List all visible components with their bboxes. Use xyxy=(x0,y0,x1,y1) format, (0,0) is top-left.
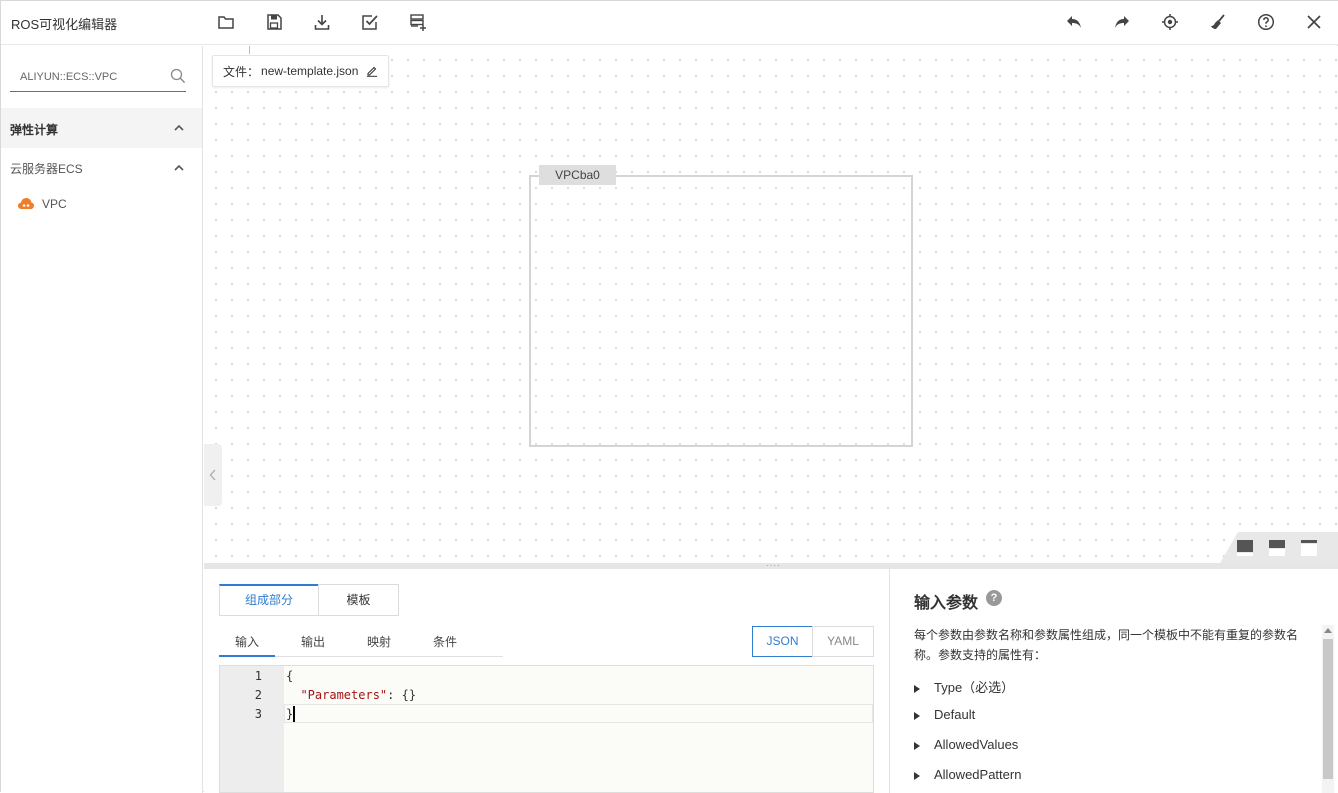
redo-icon[interactable] xyxy=(1112,12,1132,32)
file-name: new-template.json xyxy=(261,64,359,78)
undo-icon[interactable] xyxy=(1064,12,1084,32)
chevron-up-icon xyxy=(174,124,184,131)
property-label: Default xyxy=(934,707,976,722)
search-input[interactable] xyxy=(10,62,160,92)
active-line-highlight xyxy=(284,704,873,723)
design-canvas[interactable]: 文件： new-template.json VPCba0 xyxy=(204,46,1338,563)
line-number-gutter xyxy=(220,666,284,792)
save-icon[interactable] xyxy=(264,12,284,32)
caret-right-icon xyxy=(914,684,920,693)
file-name-label: 文件： new-template.json xyxy=(212,55,390,87)
layout-top-icon[interactable] xyxy=(1301,540,1317,556)
vpc-node[interactable] xyxy=(529,175,913,447)
help-scrollbar[interactable] xyxy=(1322,625,1334,793)
code-line: { xyxy=(286,669,294,683)
resource-item-vpc[interactable]: VPC xyxy=(17,194,187,214)
folder-icon[interactable] xyxy=(216,12,236,32)
resource-sidebar: 弹性计算 云服务器ECS VPC xyxy=(1,46,203,793)
tab-conditions[interactable]: 条件 xyxy=(417,633,473,657)
property-item[interactable]: Type（必选） xyxy=(914,677,1014,696)
category-elastic-compute[interactable]: 弹性计算 xyxy=(1,108,202,148)
file-prefix: 文件： xyxy=(223,64,260,79)
code-line: "Parameters": {} xyxy=(286,688,416,702)
yaml-format-button[interactable]: YAML xyxy=(812,626,874,657)
code-key: "Parameters" xyxy=(300,688,388,702)
locate-icon[interactable] xyxy=(1160,12,1180,32)
search-icon[interactable] xyxy=(170,68,186,84)
category-ecs[interactable]: 云服务器ECS xyxy=(1,148,202,186)
tab-outputs[interactable]: 输出 xyxy=(285,633,341,657)
toolbar: ROS可视化编辑器 xyxy=(1,1,1338,45)
code-value: : {} xyxy=(387,688,417,702)
download-icon[interactable] xyxy=(312,12,332,32)
edit-icon[interactable] xyxy=(366,65,378,77)
text-cursor xyxy=(293,706,295,722)
chevron-up-icon xyxy=(174,164,184,171)
caret-right-icon xyxy=(914,741,920,750)
add-template-icon[interactable] xyxy=(408,12,428,32)
property-item[interactable]: AllowedValues xyxy=(914,737,1018,752)
resource-label: VPC xyxy=(42,197,67,211)
json-format-button[interactable]: JSON xyxy=(752,626,813,657)
app-title: ROS可视化编辑器 xyxy=(11,17,118,32)
property-item[interactable]: Default xyxy=(914,707,975,722)
layout-bottom-icon[interactable] xyxy=(1237,540,1253,556)
scroll-up-icon[interactable] xyxy=(1324,628,1332,633)
property-label: AllowedPattern xyxy=(934,767,1022,782)
line-number: 2 xyxy=(254,688,262,702)
line-number: 1 xyxy=(254,669,262,683)
cloud-icon xyxy=(18,198,34,209)
category-label: 云服务器ECS xyxy=(10,162,83,176)
category-label: 弹性计算 xyxy=(10,123,59,137)
property-item[interactable]: AllowedPattern xyxy=(914,767,1021,782)
validate-icon[interactable] xyxy=(360,12,380,32)
tab-template[interactable]: 模板 xyxy=(318,584,399,616)
app-window: ROS可视化编辑器 ALIYUN::ECS::VPC 弹性计算 云服务器ECS … xyxy=(0,0,1338,793)
property-label: Type（必选） xyxy=(934,680,1015,695)
template-editor-panel: 组成部分 模板 输入 输出 映射 条件 JSON YAML 1 2 3 { "P… xyxy=(204,569,889,793)
search-box xyxy=(10,62,186,92)
close-icon[interactable] xyxy=(1304,12,1324,32)
tab-mappings[interactable]: 映射 xyxy=(351,633,407,657)
sidebar-collapse-handle[interactable] xyxy=(204,444,222,506)
tab-inputs[interactable]: 输入 xyxy=(219,633,275,657)
caret-right-icon xyxy=(914,771,920,780)
code-editor[interactable]: 1 2 3 { "Parameters": {} } xyxy=(219,665,874,793)
tab-components[interactable]: 组成部分 xyxy=(219,584,319,616)
vpc-node-label[interactable]: VPCba0 xyxy=(539,165,616,185)
help-panel: 输入参数 ? 每个参数由参数名称和参数属性组成，同一个模板中不能有重复的参数名称… xyxy=(889,569,1338,793)
scroll-thumb[interactable] xyxy=(1323,639,1333,779)
help-icon[interactable] xyxy=(1256,12,1276,32)
canvas-ruler-mark xyxy=(249,46,250,54)
clear-icon[interactable] xyxy=(1208,12,1228,32)
line-number: 3 xyxy=(254,707,262,721)
property-label: AllowedValues xyxy=(934,737,1019,752)
help-title: 输入参数 xyxy=(914,595,979,612)
layout-half-icon[interactable] xyxy=(1269,540,1285,556)
help-description: 每个参数由参数名称和参数属性组成，同一个模板中不能有重复的参数名称。参数支持的属… xyxy=(914,628,1299,662)
caret-right-icon xyxy=(914,711,920,720)
question-icon[interactable]: ? xyxy=(986,590,1002,606)
chevron-left-icon xyxy=(209,469,216,481)
section-tabs: 输入 输出 映射 条件 xyxy=(219,627,503,657)
